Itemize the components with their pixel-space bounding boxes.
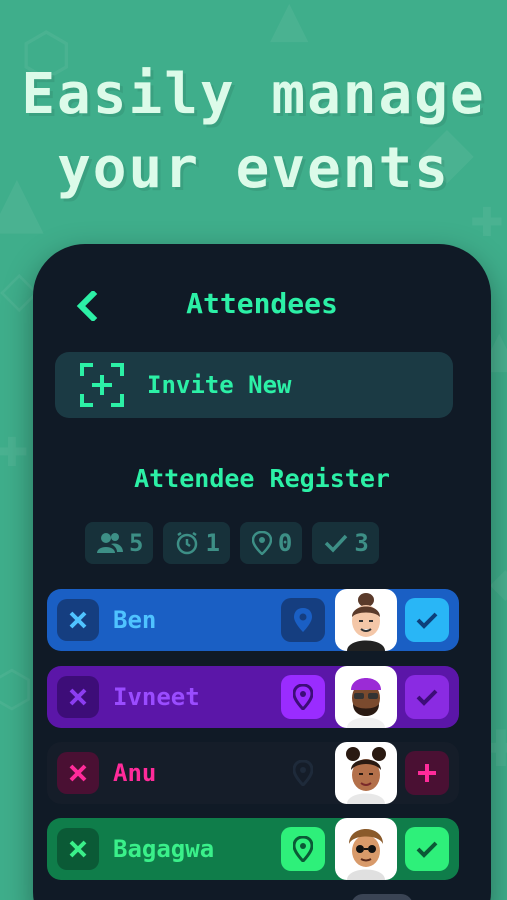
invite-label: Invite New	[147, 371, 292, 399]
location-button[interactable]	[281, 827, 325, 871]
headline-line-2: your events	[57, 136, 450, 201]
check-in-button[interactable]	[405, 598, 449, 642]
attendee-row[interactable]: Bagagwa	[47, 818, 459, 880]
location-button[interactable]	[281, 751, 325, 795]
avatar	[335, 666, 397, 728]
plus-icon	[418, 764, 436, 782]
check-icon	[416, 612, 438, 629]
close-icon	[69, 764, 87, 782]
check-in-button[interactable]	[405, 827, 449, 871]
stat-value: 5	[129, 529, 144, 557]
location-pin-icon	[294, 608, 312, 632]
check-icon	[325, 534, 348, 553]
attendee-name: Ivneet	[113, 683, 200, 711]
stat-attendees: 5	[85, 522, 154, 564]
add-person-scan-icon	[79, 362, 125, 408]
check-icon	[416, 689, 438, 706]
remove-attendee-button[interactable]	[57, 676, 99, 718]
stat-value: 3	[354, 529, 369, 557]
attendee-name: Bagagwa	[113, 835, 215, 863]
screen-title: Attendees	[186, 287, 338, 320]
location-pin-icon	[293, 836, 313, 862]
location-pin-icon	[251, 531, 272, 555]
close-icon	[69, 611, 87, 629]
headline-line-1: Easily manage	[21, 62, 486, 127]
stat-confirmed: 3	[312, 522, 379, 564]
check-in-button[interactable]	[405, 675, 449, 719]
location-pin-icon	[293, 760, 313, 786]
headline: Easily manage your events	[0, 58, 507, 206]
location-button[interactable]	[281, 598, 325, 642]
close-icon	[69, 688, 87, 706]
location-pin-icon	[293, 684, 313, 710]
stat-value: 1	[205, 529, 220, 557]
attendee-row[interactable]: Anu	[47, 742, 459, 804]
attendee-name: Anu	[113, 759, 157, 787]
people-icon	[97, 533, 123, 553]
check-icon	[416, 841, 438, 858]
check-in-button[interactable]	[405, 751, 449, 795]
stat-pending: 1	[163, 522, 230, 564]
avatar	[335, 818, 397, 880]
avatar	[335, 589, 397, 651]
attendee-row[interactable]: Ben	[47, 589, 459, 651]
avatar	[335, 742, 397, 804]
attendee-row[interactable]: Ivneet	[47, 666, 459, 728]
attendee-name: Ben	[113, 606, 157, 634]
remove-attendee-button[interactable]	[57, 752, 99, 794]
next-avatar-peek	[351, 894, 413, 900]
clock-icon	[177, 531, 198, 555]
location-button[interactable]	[281, 675, 325, 719]
remove-attendee-button[interactable]	[57, 828, 99, 870]
stat-value: 0	[277, 529, 293, 557]
register-stats: 5 1 0 3	[85, 522, 379, 564]
phone-frame: Attendees Invite New Attendee Register 5	[33, 244, 491, 900]
register-title: Attendee Register	[134, 464, 390, 493]
close-icon	[69, 840, 87, 858]
remove-attendee-button[interactable]	[57, 599, 99, 641]
stat-arrived: 0	[239, 522, 303, 564]
invite-new-button[interactable]: Invite New	[55, 352, 453, 418]
top-bar: Attendees	[33, 284, 491, 334]
